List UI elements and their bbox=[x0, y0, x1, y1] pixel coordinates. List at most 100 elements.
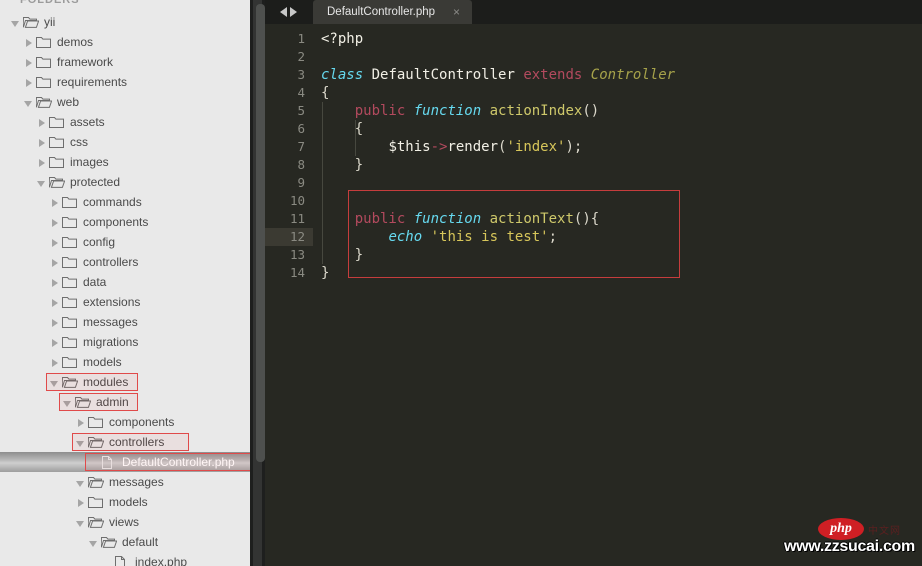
folder-closed-icon bbox=[62, 256, 77, 269]
folder-closed-icon bbox=[62, 196, 77, 209]
tree-folder-views[interactable]: views bbox=[0, 512, 250, 532]
tree-folder-models[interactable]: models bbox=[0, 492, 250, 512]
tree-folder-messages[interactable]: messages bbox=[0, 472, 250, 492]
code-line-7: $this->render('index'); bbox=[321, 138, 582, 156]
chevron-down-icon[interactable] bbox=[36, 177, 47, 188]
folder-closed-icon bbox=[49, 156, 64, 169]
tree-item-label: data bbox=[83, 275, 107, 289]
tree-item-label: views bbox=[109, 515, 140, 529]
tab-title: DefaultController.php bbox=[327, 6, 436, 18]
code-content[interactable]: <?php class DefaultController extends Con… bbox=[313, 24, 922, 566]
chevron-down-icon[interactable] bbox=[10, 17, 21, 28]
chevron-right-icon[interactable] bbox=[36, 117, 47, 128]
tree-item-label: commands bbox=[83, 195, 142, 209]
file-icon bbox=[101, 455, 116, 469]
sidebar-splitter[interactable] bbox=[250, 0, 265, 566]
tree-folder-config[interactable]: config bbox=[0, 232, 250, 252]
tree-item-label: framework bbox=[57, 55, 114, 69]
close-icon[interactable]: × bbox=[453, 6, 460, 18]
tree-item-label: images bbox=[70, 155, 109, 169]
triangle-right-icon[interactable] bbox=[289, 7, 297, 17]
chevron-right-icon[interactable] bbox=[36, 157, 47, 168]
tree-item-label: admin bbox=[96, 395, 129, 409]
folder-closed-icon bbox=[36, 56, 51, 69]
tree-folder-commands[interactable]: commands bbox=[0, 192, 250, 212]
chevron-right-icon[interactable] bbox=[49, 337, 60, 348]
code-line-4: { bbox=[321, 84, 329, 102]
tree-folder-assets[interactable]: assets bbox=[0, 112, 250, 132]
folder-open-icon bbox=[49, 176, 65, 189]
chevron-right-icon[interactable] bbox=[49, 277, 60, 288]
chevron-right-icon[interactable] bbox=[23, 57, 34, 68]
chevron-right-icon[interactable] bbox=[49, 317, 60, 328]
tree-folder-web[interactable]: web bbox=[0, 92, 250, 112]
chevron-down-icon[interactable] bbox=[49, 377, 60, 388]
tree-folder-models[interactable]: models bbox=[0, 352, 250, 372]
tree-folder-extensions[interactable]: extensions bbox=[0, 292, 250, 312]
code-token: extends bbox=[523, 67, 583, 83]
line-number: 5 bbox=[297, 103, 305, 118]
chevron-right-icon[interactable] bbox=[23, 77, 34, 88]
line-number: 14 bbox=[289, 265, 305, 280]
tree-folder-yii[interactable]: yii bbox=[0, 12, 250, 32]
code-token: } bbox=[321, 265, 330, 281]
tree-folder-controllers[interactable]: controllers bbox=[0, 432, 250, 452]
chevron-down-icon[interactable] bbox=[75, 477, 86, 488]
folder-tree[interactable]: yii demos framework requirements web assets cs… bbox=[0, 12, 250, 566]
tree-folder-images[interactable]: images bbox=[0, 152, 250, 172]
chevron-right-icon[interactable] bbox=[49, 257, 60, 268]
tree-folder-controllers[interactable]: controllers bbox=[0, 252, 250, 272]
tree-item-label: controllers bbox=[83, 255, 139, 269]
chevron-right-icon[interactable] bbox=[75, 417, 86, 428]
tree-folder-requirements[interactable]: requirements bbox=[0, 72, 250, 92]
chevron-right-icon[interactable] bbox=[49, 357, 60, 368]
tree-folder-admin[interactable]: admin bbox=[0, 392, 250, 412]
code-line-3: class DefaultController extends Controll… bbox=[321, 66, 675, 84]
tree-folder-messages[interactable]: messages bbox=[0, 312, 250, 332]
tree-folder-framework[interactable]: framework bbox=[0, 52, 250, 72]
tree-folder-demos[interactable]: demos bbox=[0, 32, 250, 52]
tree-folder-modules[interactable]: modules bbox=[0, 372, 250, 392]
editor-tab-bar: DefaultController.php × bbox=[265, 0, 922, 24]
code-line-13: } bbox=[321, 246, 363, 264]
chevron-down-icon[interactable] bbox=[75, 437, 86, 448]
tree-file-index-php[interactable]: index.php bbox=[0, 552, 250, 566]
folder-closed-icon bbox=[62, 276, 77, 289]
tree-folder-protected[interactable]: protected bbox=[0, 172, 250, 192]
folder-closed-icon bbox=[62, 296, 77, 309]
chevron-right-icon[interactable] bbox=[23, 37, 34, 48]
chevron-down-icon[interactable] bbox=[62, 397, 73, 408]
chevron-right-icon[interactable] bbox=[75, 497, 86, 508]
chevron-down-icon[interactable] bbox=[88, 537, 99, 548]
triangle-left-icon[interactable] bbox=[279, 7, 287, 17]
chevron-down-icon[interactable] bbox=[75, 517, 86, 528]
tree-folder-migrations[interactable]: migrations bbox=[0, 332, 250, 352]
folder-closed-icon bbox=[62, 316, 77, 329]
tree-folder-data[interactable]: data bbox=[0, 272, 250, 292]
sidebar-scrollbar-track[interactable] bbox=[253, 0, 265, 566]
chevron-down-icon[interactable] bbox=[23, 97, 34, 108]
code-token: class bbox=[321, 67, 364, 83]
code-token: <?php bbox=[321, 31, 364, 47]
tree-file-defaultcontroller-php[interactable]: DefaultController.php bbox=[0, 452, 250, 472]
chevron-right-icon[interactable] bbox=[49, 297, 60, 308]
tree-folder-css[interactable]: css bbox=[0, 132, 250, 152]
tab-default-controller[interactable]: DefaultController.php × bbox=[313, 0, 473, 24]
tree-folder-default[interactable]: default bbox=[0, 532, 250, 552]
tree-folder-components[interactable]: components bbox=[0, 212, 250, 232]
chevron-right-icon[interactable] bbox=[49, 237, 60, 248]
folder-closed-icon bbox=[36, 36, 51, 49]
chevron-right-icon[interactable] bbox=[36, 137, 47, 148]
tree-folder-components[interactable]: components bbox=[0, 412, 250, 432]
chevron-right-icon[interactable] bbox=[49, 197, 60, 208]
sidebar-scrollbar-thumb[interactable] bbox=[256, 4, 265, 462]
tab-navigation-arrows[interactable] bbox=[269, 0, 307, 24]
chevron-right-icon[interactable] bbox=[49, 217, 60, 228]
